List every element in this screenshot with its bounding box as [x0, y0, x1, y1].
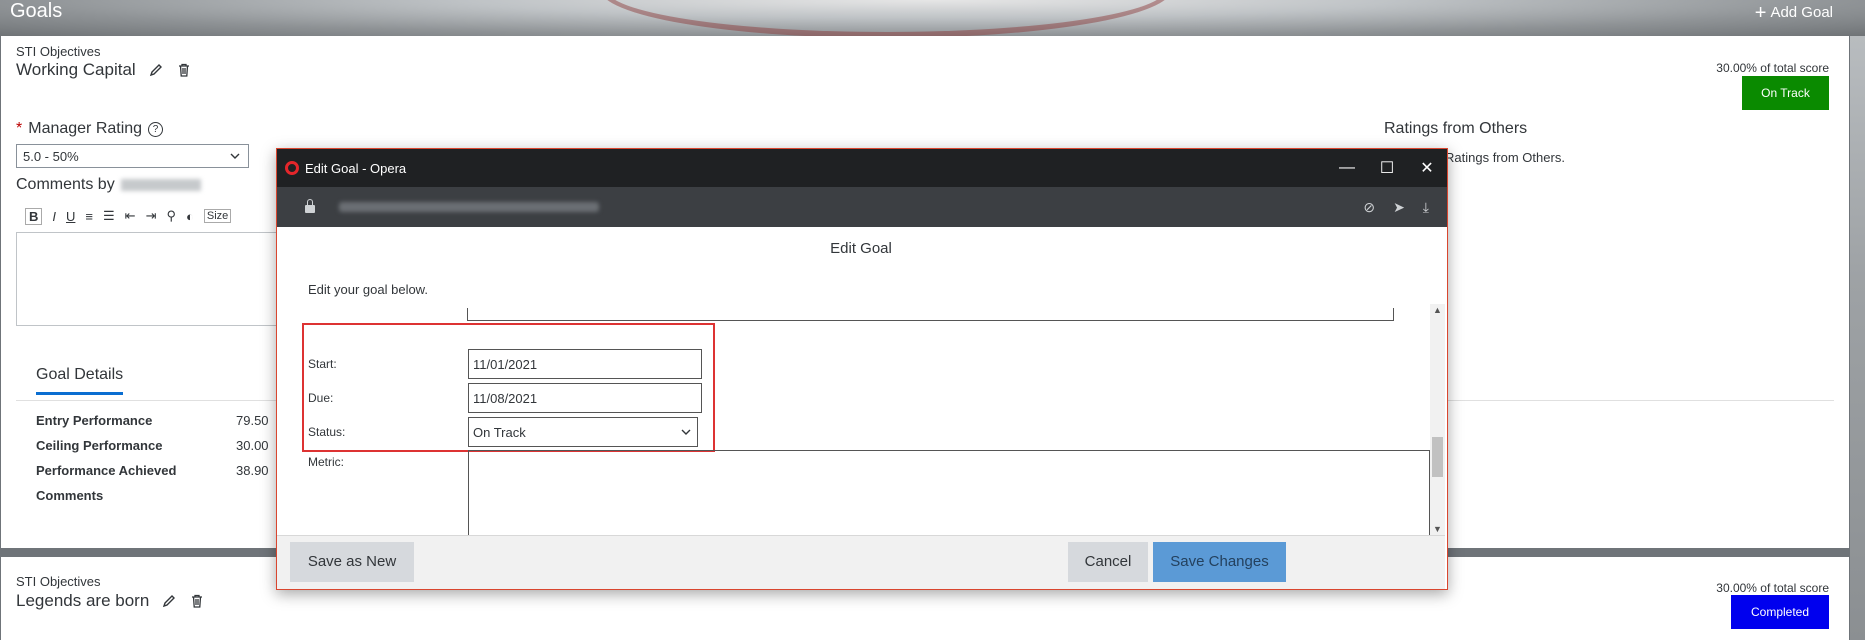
score-text: 30.00% of total score [1716, 61, 1829, 75]
start-label: Start: [308, 357, 337, 371]
metric-label: Metric: [308, 455, 344, 469]
address-bar-actions: ⊘ ➤ ⤓ [1363, 199, 1429, 216]
dialog-intro: Edit your goal below. [308, 282, 428, 297]
detail-row: Entry Performance 79.50 [36, 413, 269, 428]
detail-row: Comments [36, 488, 104, 503]
url-field[interactable] [339, 202, 599, 212]
add-goal-label: Add Goal [1770, 4, 1833, 21]
header-banner [0, 0, 1865, 38]
window-controls: — ☐ ✕ [1327, 149, 1447, 187]
status-label: Status: [308, 425, 346, 439]
scroll-thumb[interactable] [1432, 437, 1443, 477]
goal-title: Working Capital [16, 60, 136, 79]
indent-icon[interactable]: ⇥ [146, 208, 157, 224]
delete-goal-button[interactable] [189, 593, 205, 609]
bold-button[interactable]: B [25, 207, 43, 225]
numbered-list-icon[interactable]: ≡ [85, 209, 93, 224]
bullet-list-icon[interactable]: ☰ [103, 208, 115, 224]
save-changes-button[interactable]: Save Changes [1153, 542, 1286, 582]
goal-title-row: Working Capital [16, 60, 192, 80]
goal-category: STI Objectives [16, 574, 101, 589]
scroll-down-icon[interactable]: ▼ [1433, 524, 1442, 534]
trash-icon [178, 63, 189, 77]
ratings-from-others-title: Ratings from Others [1384, 120, 1528, 137]
add-goal-button[interactable]: + Add Goal [1754, 1, 1833, 24]
required-marker: * [16, 120, 23, 137]
edit-goal-window: Edit Goal - Opera — ☐ ✕ ⊘ ➤ ⤓ Edit Goal … [276, 148, 1448, 590]
outdent-icon[interactable]: ⇤ [125, 208, 136, 224]
manager-rating-label: * Manager Rating ? [16, 120, 164, 138]
palette-icon[interactable]: ◐ [186, 209, 194, 224]
maximize-icon[interactable]: ☐ [1367, 149, 1407, 187]
close-icon[interactable]: ✕ [1407, 149, 1447, 187]
lock-icon [305, 199, 315, 213]
minimize-icon[interactable]: — [1327, 149, 1367, 187]
banner-graphic [600, 0, 1172, 38]
cancel-button[interactable]: Cancel [1068, 542, 1148, 582]
goal-title: Legends are born [16, 591, 150, 610]
pencil-icon [149, 64, 162, 77]
previous-field[interactable] [467, 308, 1394, 321]
detail-row: Performance Achieved 38.90 [36, 463, 269, 478]
comments-label: Comments by [16, 176, 201, 194]
underline-button[interactable]: U [66, 209, 75, 224]
dialog-footer: Save as New Cancel Save Changes [277, 535, 1445, 589]
tab-goal-details[interactable]: Goal Details [36, 366, 124, 395]
dialog-heading: Edit Goal [830, 240, 892, 257]
scroll-up-icon[interactable]: ▲ [1433, 305, 1442, 315]
pencil-icon [163, 595, 176, 608]
address-bar: ⊘ ➤ ⤓ [277, 187, 1447, 227]
status-badge[interactable]: On Track [1742, 76, 1829, 110]
send-icon[interactable]: ➤ [1393, 199, 1405, 216]
save-as-new-button[interactable]: Save as New [290, 542, 414, 582]
detail-row: Ceiling Performance 30.00 [36, 438, 269, 453]
font-size-select[interactable]: Size [203, 209, 232, 223]
block-icon[interactable]: ⊘ [1363, 199, 1375, 216]
due-date-input[interactable]: 11/08/2021 [468, 383, 702, 413]
opera-logo-icon [285, 161, 299, 175]
dialog-scrollbar[interactable]: ▲ ▼ [1430, 304, 1445, 535]
comment-editor[interactable] [16, 232, 282, 326]
window-titlebar[interactable]: Edit Goal - Opera — ☐ ✕ [277, 149, 1447, 187]
plus-icon: + [1754, 1, 1767, 24]
download-icon[interactable]: ⤓ [1423, 199, 1429, 216]
manager-rating-select[interactable]: 5.0 - 50% [16, 144, 249, 168]
redacted-name [120, 179, 201, 191]
italic-button[interactable]: I [52, 209, 56, 224]
status-select[interactable]: On Track [468, 417, 698, 447]
ratings-from-others-text: Ratings from Others. [1445, 150, 1565, 165]
comment-editor-toolbar: B I U ≡ ☰ ⇤ ⇥ ⚲ ◐ Size [25, 204, 232, 228]
edit-goal-button[interactable] [161, 593, 177, 609]
start-date-input[interactable]: 11/01/2021 [468, 349, 702, 379]
due-label: Due: [308, 391, 334, 405]
trash-icon [192, 594, 203, 608]
status-badge[interactable]: Completed [1731, 595, 1829, 629]
goal-title-row: Legends are born [16, 591, 205, 611]
dialog-content: Edit Goal Edit your goal below. Start: 1… [277, 228, 1445, 536]
goal-category: STI Objectives [16, 44, 101, 59]
edit-goal-button[interactable] [148, 62, 164, 78]
help-icon[interactable]: ? [148, 121, 164, 137]
chevron-down-icon [230, 153, 240, 159]
metric-textarea[interactable] [468, 450, 1430, 536]
goal-details-list: Entry Performance 79.50 Ceiling Performan… [36, 408, 269, 508]
chevron-down-icon [681, 429, 691, 435]
delete-goal-button[interactable] [176, 62, 192, 78]
link-icon[interactable]: ⚲ [166, 208, 176, 224]
score-text: 30.00% of total score [1716, 581, 1829, 595]
page-title: Goals [10, 0, 63, 22]
background-strip [1850, 36, 1865, 640]
window-title: Edit Goal - Opera [305, 160, 407, 176]
